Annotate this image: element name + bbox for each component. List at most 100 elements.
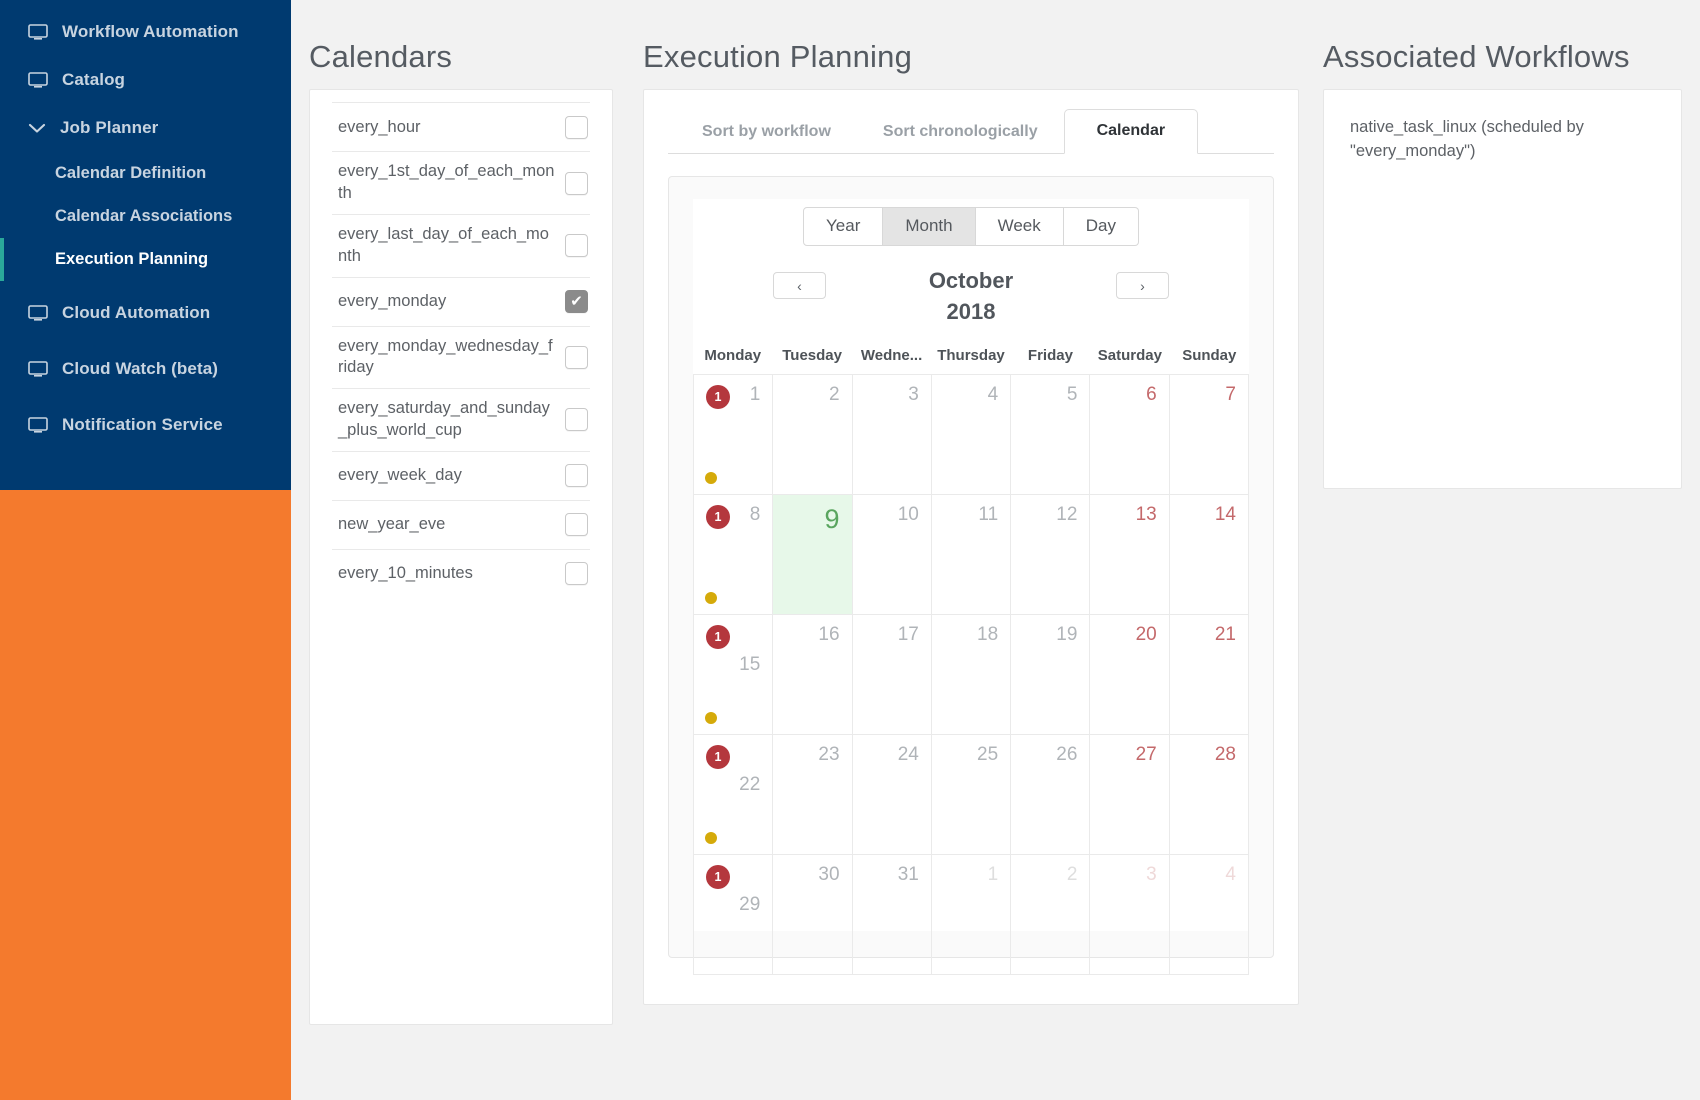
calendar-day-cell[interactable]: 7 bbox=[1169, 375, 1249, 496]
calendar-day-cell[interactable]: 12 bbox=[1011, 495, 1091, 616]
calendar-day-cell[interactable]: 2 bbox=[773, 375, 853, 496]
calendar-list-item[interactable]: every_10_minutes bbox=[332, 548, 590, 598]
view-button-year[interactable]: Year bbox=[803, 207, 884, 247]
calendar-list-item[interactable]: every_1st_day_of_each_month bbox=[332, 151, 590, 214]
calendar-day-cell[interactable]: 1 29 bbox=[694, 855, 774, 976]
sidebar-item-cloud-automation[interactable]: Cloud Automation bbox=[0, 289, 291, 337]
prev-month-button[interactable]: ‹ bbox=[773, 272, 826, 300]
calendar-list-item[interactable]: every_saturday_and_sunday_plus_world_cup bbox=[332, 388, 590, 451]
calendar-select-checkbox[interactable] bbox=[565, 345, 588, 369]
calendar-day-cell[interactable]: 1 22 bbox=[694, 735, 774, 856]
calendar-day-cell[interactable]: 1 bbox=[931, 855, 1012, 976]
sidebar-item-calendar-associations[interactable]: Calendar Associations bbox=[0, 195, 291, 238]
next-month-button[interactable]: › bbox=[1116, 272, 1169, 300]
sidebar-item-notification-service[interactable]: Notification Service bbox=[0, 401, 291, 449]
tab-sort-by-workflow[interactable]: Sort by workflow bbox=[676, 113, 857, 153]
calendar-select-checkbox[interactable] bbox=[565, 115, 588, 139]
calendar-day-cell[interactable]: 20 bbox=[1090, 615, 1170, 736]
calendar-day-cell[interactable]: 11 bbox=[931, 495, 1012, 616]
calendar-day-cell[interactable]: 16 bbox=[773, 615, 853, 736]
calendar-day-cell[interactable]: 10 bbox=[852, 495, 932, 616]
calendar-select-checkbox[interactable] bbox=[565, 513, 588, 537]
calendar-list-item[interactable]: every_last_day_of_each_month bbox=[332, 214, 590, 277]
calendar-list-item[interactable]: every_week_day bbox=[332, 450, 590, 500]
sidebar-nav-list: Workflow Automation Catalog Job Planner … bbox=[0, 0, 291, 449]
calendar-day-cell[interactable]: 30 bbox=[773, 855, 853, 976]
calendar-select-checkbox[interactable] bbox=[565, 408, 588, 432]
calendar-select-checkbox[interactable] bbox=[565, 562, 588, 586]
sidebar-item-cloud-watch[interactable]: Cloud Watch (beta) bbox=[0, 345, 291, 393]
calendar-day-cell[interactable]: 18 bbox=[694, 495, 774, 616]
sidebar-item-job-planner[interactable]: Job Planner bbox=[0, 104, 291, 152]
calendar-list-item[interactable]: every_hour bbox=[332, 102, 590, 151]
calendar-day-cell[interactable]: 17 bbox=[852, 615, 932, 736]
tab-calendar[interactable]: Calendar bbox=[1063, 109, 1199, 155]
calendar-day-cell[interactable]: 3 bbox=[1090, 855, 1170, 976]
day-number: 19 bbox=[1056, 624, 1078, 646]
day-number: 12 bbox=[1056, 504, 1078, 526]
calendar-day-cell[interactable]: 31 bbox=[852, 855, 932, 976]
calendar-select-checkbox[interactable] bbox=[565, 234, 588, 258]
calendar-day-cell[interactable]: 24 bbox=[852, 735, 932, 856]
sidebar-item-workflow-automation[interactable]: Workflow Automation bbox=[0, 8, 291, 56]
monitor-icon bbox=[28, 24, 48, 40]
day-event-count-badge[interactable]: 1 bbox=[706, 745, 730, 770]
weekday-header: Sunday bbox=[1182, 347, 1237, 365]
execution-tabs: Sort by workflow Sort chronologically Cale… bbox=[668, 108, 1274, 155]
day-number: 23 bbox=[818, 744, 840, 766]
calendar-day-cell[interactable]: 11 bbox=[694, 375, 774, 496]
calendar-day-cell[interactable]: 9 bbox=[773, 495, 853, 616]
main-sidebar: Workflow Automation Catalog Job Planner … bbox=[0, 0, 291, 1100]
calendar-name-label: every_last_day_of_each_month bbox=[338, 225, 549, 265]
calendar-day-cell[interactable]: 18 bbox=[931, 615, 1012, 736]
view-button-day[interactable]: Day bbox=[1063, 207, 1139, 247]
day-number: 4 bbox=[1225, 864, 1236, 886]
calendar-list-item[interactable]: every_monday bbox=[332, 276, 590, 326]
day-number: 15 bbox=[739, 654, 761, 676]
calendar-day-cell[interactable]: 2 bbox=[1011, 855, 1091, 976]
calendar-day-cell[interactable]: 27 bbox=[1090, 735, 1170, 856]
day-event-count-badge[interactable]: 1 bbox=[706, 505, 730, 530]
calendar-day-cell[interactable]: 13 bbox=[1090, 495, 1170, 616]
calendar-day-cell[interactable]: 4 bbox=[931, 375, 1012, 496]
calendar-select-checkbox[interactable] bbox=[565, 171, 588, 195]
day-number: 21 bbox=[1214, 624, 1236, 646]
sidebar-item-execution-planning[interactable]: Execution Planning bbox=[0, 238, 291, 281]
calendar-day-cell[interactable]: 3 bbox=[852, 375, 932, 496]
day-number: 1 bbox=[987, 864, 999, 886]
calendar-name-label: every_1st_day_of_each_month bbox=[338, 162, 555, 203]
calendar-list-item[interactable]: every_monday_wednesday_friday bbox=[332, 325, 590, 389]
calendar-day-cell[interactable]: 14 bbox=[1169, 495, 1249, 616]
day-event-count-badge[interactable]: 1 bbox=[706, 625, 730, 650]
calendar-day-cell[interactable]: 21 bbox=[1169, 615, 1249, 736]
calendar-list-item[interactable]: new_year_eve bbox=[332, 499, 590, 549]
weekday-header: Friday bbox=[1027, 347, 1073, 365]
monitor-icon bbox=[28, 361, 48, 377]
day-number: 28 bbox=[1214, 744, 1236, 766]
calendar-name-label: every_monday_wednesday_friday bbox=[338, 336, 553, 377]
main-content: Calendars every_hour every_1st_day_of_eac… bbox=[291, 0, 1700, 1100]
calendar-day-cell[interactable]: 26 bbox=[1011, 735, 1091, 856]
calendar-name-label: every_10_minutes bbox=[338, 563, 473, 582]
calendar-day-cell[interactable]: 5 bbox=[1011, 375, 1091, 496]
calendar-day-cell[interactable]: 4 bbox=[1169, 855, 1249, 976]
sidebar-item-calendar-definition[interactable]: Calendar Definition bbox=[0, 152, 291, 195]
sidebar-item-label: Cloud Watch (beta) bbox=[62, 359, 219, 378]
day-number: 18 bbox=[977, 624, 999, 646]
day-number: 30 bbox=[818, 864, 840, 886]
tab-sort-chronologically[interactable]: Sort chronologically bbox=[857, 113, 1064, 153]
calendar-day-cell[interactable]: 1 15 bbox=[694, 615, 774, 736]
calendar-day-cell[interactable]: 25 bbox=[931, 735, 1012, 856]
calendar-day-cell[interactable]: 19 bbox=[1011, 615, 1091, 736]
day-event-count-badge[interactable]: 1 bbox=[706, 385, 730, 410]
calendar-day-cell[interactable]: 23 bbox=[773, 735, 853, 856]
sidebar-accent-panel bbox=[0, 490, 291, 1100]
calendar-select-checkbox[interactable] bbox=[565, 464, 588, 488]
day-event-count-badge[interactable]: 1 bbox=[706, 865, 730, 890]
view-button-month[interactable]: Month bbox=[883, 207, 976, 247]
view-button-week[interactable]: Week bbox=[975, 207, 1064, 247]
calendar-select-checkbox[interactable] bbox=[565, 290, 588, 314]
calendar-day-cell[interactable]: 6 bbox=[1090, 375, 1170, 496]
calendar-day-cell[interactable]: 28 bbox=[1169, 735, 1249, 856]
sidebar-item-catalog[interactable]: Catalog bbox=[0, 56, 291, 104]
